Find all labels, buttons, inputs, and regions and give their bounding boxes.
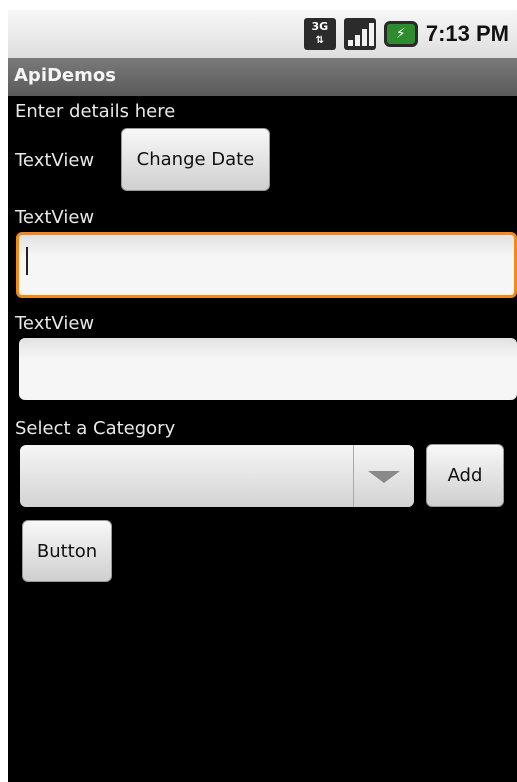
signal-bar	[347, 40, 353, 46]
signal-bar	[354, 35, 360, 46]
3g-network-icon: 3G ⇅	[303, 18, 336, 50]
signal-bar	[361, 29, 367, 46]
text-cursor	[26, 247, 28, 275]
battery-charging-icon: ⚡	[383, 21, 418, 47]
data-transfer-icon: ⇅	[315, 35, 325, 46]
status-icons: 3G ⇅ ⚡ 7:13 PM	[303, 18, 509, 50]
field1-label: TextView	[15, 207, 95, 228]
dropdown-arrow-icon	[368, 471, 400, 483]
signal-strength-icon	[343, 18, 376, 50]
charging-symbol: ⚡	[395, 26, 406, 42]
app-title-bar: ApiDemos	[8, 58, 517, 96]
status-bar: 3G ⇅ ⚡ 7:13 PM	[8, 10, 517, 58]
clock: 7:13 PM	[425, 21, 509, 46]
text-input-2[interactable]	[19, 338, 517, 400]
network-type-label: 3G	[311, 20, 329, 33]
category-spinner[interactable]	[20, 445, 414, 507]
date-textview: TextView	[15, 150, 95, 171]
app-title: ApiDemos	[14, 65, 116, 86]
add-category-button[interactable]: Add	[426, 444, 504, 507]
change-date-button[interactable]: Change Date	[121, 128, 270, 191]
intro-text: Enter details here	[15, 101, 176, 122]
category-label: Select a Category	[15, 418, 176, 439]
field2-label: TextView	[15, 313, 95, 334]
generic-button[interactable]: Button	[22, 520, 112, 582]
text-input-1[interactable]	[16, 232, 517, 298]
signal-bar	[368, 23, 374, 46]
device-screen: 3G ⇅ ⚡ 7:13 PM ApiDemos Enter details he…	[8, 10, 517, 782]
spinner-divider	[353, 445, 354, 507]
